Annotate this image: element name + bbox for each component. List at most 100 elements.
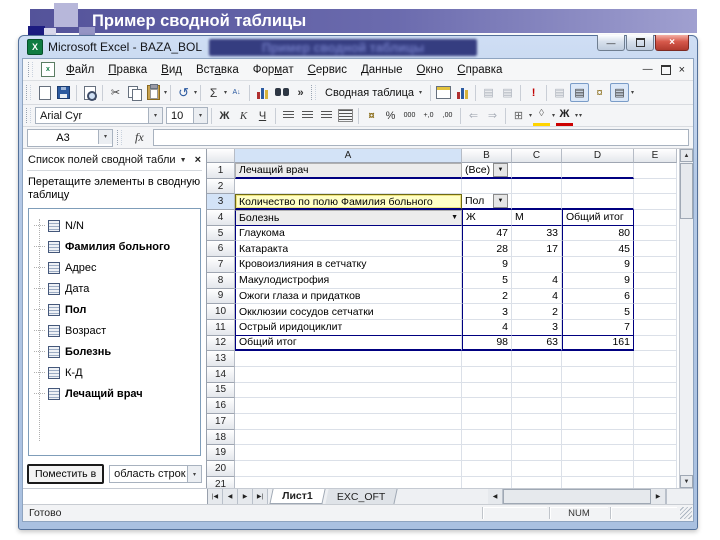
cell-B13[interactable] (462, 351, 512, 367)
cell-E16[interactable] (634, 398, 677, 414)
cell-D18[interactable] (562, 429, 634, 446)
cell-E5[interactable] (634, 225, 677, 242)
font-name-dropdown-icon[interactable]: ▾ (148, 108, 162, 123)
cell-C8[interactable]: 4 (512, 272, 562, 289)
find-icon[interactable] (273, 84, 290, 101)
cell-C19[interactable] (512, 445, 562, 462)
cell-D12[interactable]: 161 (562, 335, 634, 352)
cell-D8[interactable]: 9 (562, 272, 634, 289)
cell-C3[interactable] (512, 194, 562, 211)
format-report-icon[interactable] (435, 84, 452, 101)
chart-wizard-icon[interactable] (254, 84, 271, 101)
cell-E14[interactable] (634, 366, 677, 383)
cell-C18[interactable] (512, 429, 562, 446)
row-header-17[interactable]: 17 (207, 414, 235, 430)
row-header-1[interactable]: 1 (207, 163, 235, 179)
font-color-icon[interactable]: Ж (556, 106, 574, 126)
task-pane-close-icon[interactable]: × (195, 154, 201, 166)
pivot-chart-icon[interactable] (454, 84, 471, 101)
cell-A1[interactable]: Лечащий врач (235, 163, 462, 179)
percent-style-icon[interactable]: % (382, 107, 399, 124)
underline-icon[interactable]: Ч (254, 107, 271, 124)
restore-button[interactable] (626, 35, 654, 51)
cell-E12[interactable] (634, 335, 677, 352)
cell-E3[interactable] (634, 194, 677, 211)
cell-B15[interactable] (462, 382, 512, 399)
cell-A3[interactable]: Количество по полю Фамилия больного (235, 194, 462, 211)
font-color-dropdown-icon[interactable]: ▾ (575, 112, 578, 119)
name-box[interactable]: A3 ▾ (27, 128, 113, 147)
cell-C13[interactable] (512, 351, 562, 367)
cell-D11[interactable]: 7 (562, 319, 634, 336)
doc-restore-icon[interactable] (660, 64, 671, 75)
cell-D3[interactable] (562, 194, 634, 211)
sheet-tab-inactive[interactable]: EXC_OFT (325, 489, 398, 504)
cell-C1[interactable] (512, 163, 562, 179)
cell-C11[interactable]: 3 (512, 319, 562, 336)
close-button[interactable]: × (655, 35, 689, 51)
cell-E10[interactable] (634, 304, 677, 320)
cell-C14[interactable] (512, 366, 562, 383)
borders-icon[interactable]: ⊞ (510, 107, 527, 124)
autosum-dropdown-icon[interactable]: ▾ (224, 89, 227, 96)
font-size-dropdown-icon[interactable]: ▾ (193, 108, 207, 123)
cell-E6[interactable] (634, 241, 677, 258)
menu-item-2[interactable]: Вид (154, 62, 189, 78)
cell-A4[interactable]: Болезнь ▼ (235, 210, 462, 226)
cell-A19[interactable] (235, 445, 462, 462)
cell-dropdown-icon[interactable]: ▼ (493, 163, 508, 177)
col-header-C[interactable]: C (512, 149, 562, 163)
cell-D17[interactable] (562, 414, 634, 430)
cell-B7[interactable]: 9 (462, 257, 512, 273)
vertical-scroll-thumb[interactable] (680, 163, 693, 219)
cell-D9[interactable]: 6 (562, 288, 634, 305)
field-item[interactable]: Болезнь (29, 341, 200, 362)
row-header-16[interactable]: 16 (207, 398, 235, 414)
increase-decimal-icon[interactable]: +,0 (420, 107, 437, 124)
cell-A5[interactable]: Глаукома (235, 225, 462, 242)
cell-E20[interactable] (634, 461, 677, 477)
undo-icon[interactable]: ↺ (175, 84, 192, 101)
include-hidden-icon[interactable]: ▤ (551, 84, 568, 101)
row-header-3[interactable]: 3 (207, 194, 235, 211)
cell-C20[interactable] (512, 461, 562, 477)
row-header-11[interactable]: 11 (207, 319, 235, 336)
cell-B18[interactable] (462, 429, 512, 446)
cell-A17[interactable] (235, 414, 462, 430)
cell-A14[interactable] (235, 366, 462, 383)
toolbar-grip[interactable] (26, 85, 31, 100)
merge-center-icon[interactable] (337, 107, 354, 124)
currency-style-icon[interactable]: ¤ (363, 107, 380, 124)
align-right-icon[interactable] (318, 107, 335, 124)
cell-B11[interactable]: 4 (462, 319, 512, 336)
row-header-2[interactable]: 2 (207, 178, 235, 195)
fill-color-dropdown-icon[interactable]: ▾ (552, 112, 555, 119)
sheet-tab-active[interactable]: Лист1 (269, 489, 326, 504)
cell-B17[interactable] (462, 414, 512, 430)
doc-minimize-icon[interactable]: — (643, 64, 653, 75)
cell-E9[interactable] (634, 288, 677, 305)
row-header-18[interactable]: 18 (207, 429, 235, 446)
cell-A16[interactable] (235, 398, 462, 414)
cell-B14[interactable] (462, 366, 512, 383)
col-header-A[interactable]: A (235, 149, 462, 163)
pivot-toolbar-more-icon[interactable]: ▾ (631, 89, 634, 96)
col-header-E[interactable]: E (634, 149, 677, 163)
scroll-down-icon[interactable]: ▼ (680, 475, 693, 488)
cell-A15[interactable] (235, 382, 462, 399)
cell-D7[interactable]: 9 (562, 257, 634, 273)
resize-grip[interactable] (680, 507, 692, 519)
field-dropdown-icon[interactable]: ▼ (451, 214, 458, 221)
pivot-toolbar-grip[interactable] (311, 85, 317, 100)
cell-D13[interactable] (562, 351, 634, 367)
row-header-5[interactable]: 5 (207, 225, 235, 242)
refresh-data-icon[interactable]: ! (525, 84, 542, 101)
field-item[interactable]: Возраст (29, 320, 200, 341)
row-header-10[interactable]: 10 (207, 304, 235, 320)
cell-B16[interactable] (462, 398, 512, 414)
cell-D1[interactable] (562, 163, 634, 179)
borders-dropdown-icon[interactable]: ▾ (529, 112, 532, 119)
menu-item-8[interactable]: Справка (450, 62, 509, 78)
field-item[interactable]: К-Д (29, 362, 200, 383)
menu-item-7[interactable]: Окно (410, 62, 451, 78)
